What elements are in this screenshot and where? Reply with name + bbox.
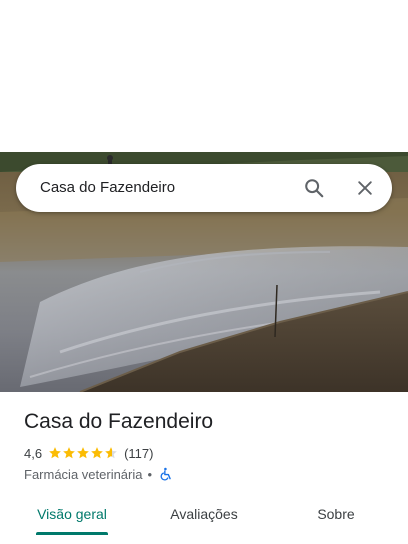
place-page: Casa do Fazendeiro Casa do Fazendeiro 4,…	[0, 0, 408, 544]
review-count[interactable]: (117)	[124, 446, 153, 461]
rating-stars	[48, 446, 118, 460]
category-row: Farmácia veterinária •	[24, 465, 173, 483]
tab-bar: Visão geral Avaliações Sobre	[0, 492, 408, 536]
tab-reviews[interactable]: Avaliações	[156, 492, 252, 536]
place-title: Casa do Fazendeiro	[24, 410, 214, 433]
top-blank-area	[0, 0, 408, 152]
active-tab-indicator	[36, 532, 108, 535]
search-icon[interactable]	[300, 174, 328, 202]
star-icon	[91, 447, 103, 459]
wheelchair-icon	[159, 467, 173, 481]
tab-overview[interactable]: Visão geral	[24, 492, 120, 536]
star-icon	[77, 447, 89, 459]
star-icon	[105, 447, 117, 459]
place-info-panel: Casa do Fazendeiro 4,6 (117) Farmácia ve…	[0, 392, 408, 544]
rating-row[interactable]: 4,6 (117)	[24, 444, 153, 462]
tab-about[interactable]: Sobre	[288, 492, 384, 536]
search-bar[interactable]: Casa do Fazendeiro	[16, 164, 392, 212]
search-input[interactable]: Casa do Fazendeiro	[40, 164, 175, 212]
star-icon	[49, 447, 61, 459]
category-label[interactable]: Farmácia veterinária	[24, 467, 143, 482]
close-icon[interactable]	[351, 174, 379, 202]
star-icon	[63, 447, 75, 459]
separator-dot: •	[147, 466, 153, 482]
rating-value: 4,6	[24, 445, 43, 461]
